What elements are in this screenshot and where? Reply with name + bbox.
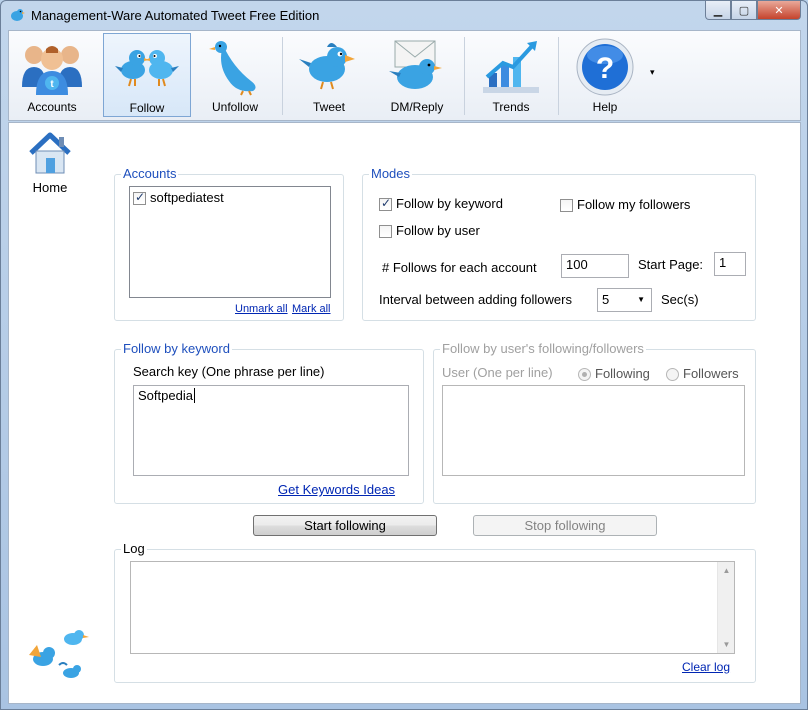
follow-my-followers-option[interactable]: Follow my followers [560,197,691,213]
toolbar-accounts-label: Accounts [27,100,77,114]
search-key-label: Search key (One phrase per line) [133,364,325,379]
clear-log-link[interactable]: Clear log [682,660,730,674]
toolbar-follow-button[interactable]: Follow [103,33,191,117]
follow-by-user-checkbox[interactable] [379,225,392,239]
follows-per-account-label: # Follows for each account [382,260,537,275]
toolbar-accounts-button[interactable]: t Accounts [13,33,91,117]
help-dropdown-arrow[interactable]: ▾ [650,67,655,78]
log-output[interactable]: ▲ ▼ [130,561,735,654]
tweet-icon [299,43,355,90]
close-icon: ✕ [774,4,784,17]
mark-all-link[interactable]: Mark all [292,303,331,315]
get-keywords-ideas-link[interactable]: Get Keywords Ideas [278,482,395,497]
follow-by-keyword-option[interactable]: Follow by keyword [379,196,503,212]
follow-by-user-label: Follow by user [396,223,480,238]
close-button[interactable]: ✕ [757,1,801,20]
main-toolbar: t Accounts Follow Unfollow Tweet DM/Repl… [8,30,801,121]
followers-option[interactable]: Followers [666,366,739,382]
accounts-icon: t [22,46,82,95]
follows-per-account-input[interactable]: 100 [561,254,629,278]
interval-label: Interval between adding followers [379,292,572,307]
toolbar-separator [464,37,465,115]
follow-by-user-option[interactable]: Follow by user [379,223,480,239]
title-bar: Management-Ware Automated Tweet Free Edi… [1,1,807,29]
follow-my-followers-checkbox[interactable] [560,199,573,213]
user-list-input[interactable] [442,385,745,476]
app-icon [11,9,25,21]
start-following-button[interactable]: Start following [253,515,437,536]
following-radio[interactable] [578,368,591,382]
home-icon [29,132,71,174]
toolbar-trends-label: Trends [492,100,530,114]
toolbar-tweet-button[interactable]: Tweet [291,33,367,117]
follow-by-keyword-checkbox[interactable] [379,196,392,212]
toolbar-follow-label: Follow [129,101,165,115]
chevron-down-icon: ▼ [637,295,645,304]
unmark-all-link[interactable]: Unmark all [235,303,288,315]
toolbar-trends-button[interactable]: Trends [473,33,549,117]
interval-value: 5 [602,292,610,307]
following-label: Following [595,366,650,381]
toolbar-dm-reply-label: DM/Reply [390,100,444,114]
maximize-button[interactable]: ▢ [731,1,757,20]
birds-logo-icon [29,630,89,678]
app-window: Management-Ware Automated Tweet Free Edi… [0,0,808,710]
toolbar-help-label: Help [592,100,618,114]
scroll-down-icon[interactable]: ▼ [718,636,735,653]
toolbar-dm-reply-button[interactable]: DM/Reply [379,33,455,117]
following-option[interactable]: Following [578,366,650,382]
svg-text:?: ? [596,52,614,85]
user-list-label: User (One per line) [442,365,553,380]
modes-group-title: Modes [369,166,413,181]
maximize-icon: ▢ [738,4,750,17]
toolbar-help-button[interactable]: ? Help [567,33,643,117]
text-cursor: ​ [193,388,195,403]
keyword-group-title: Follow by keyword [121,341,232,356]
accounts-group-title: Accounts [121,166,179,181]
start-page-label: Start Page: [638,257,704,272]
search-key-value: Softpedia [138,388,193,403]
main-content: Home Accounts softpediatest Unmark all M… [8,122,801,704]
toolbar-separator [282,37,283,115]
search-key-input[interactable]: Softpedia​ [133,385,409,476]
account-checkbox[interactable] [133,190,146,206]
toolbar-separator [558,37,559,115]
account-item[interactable]: softpediatest [133,190,224,206]
dm-reply-icon [389,40,442,89]
scroll-up-icon[interactable]: ▲ [718,562,735,579]
modes-group: Modes Follow by keyword Follow my follow… [362,166,756,321]
log-group: Log ▲ ▼ Clear log [114,541,756,683]
accounts-list[interactable]: softpediatest [129,186,331,298]
follow-my-followers-label: Follow my followers [577,197,691,212]
trends-icon [483,41,539,93]
interval-select[interactable]: 5 ▼ [597,288,652,312]
interval-unit: Sec(s) [661,292,699,307]
start-page-input[interactable]: 1 [714,252,746,276]
log-group-title: Log [121,541,147,556]
followers-label: Followers [683,366,739,381]
follow-by-keyword-label: Follow by keyword [396,196,503,211]
stop-following-button[interactable]: Stop following [473,515,657,536]
home-button[interactable]: Home [25,131,75,195]
unfollow-icon [209,41,256,96]
follow-icon [115,50,179,87]
accounts-group: Accounts softpediatest Unmark all Mark a… [114,166,344,321]
user-follow-group-title: Follow by user's following/followers [440,341,646,356]
account-name: softpediatest [150,190,224,205]
minimize-button[interactable]: ▁ [705,1,731,20]
home-label: Home [32,180,68,195]
toolbar-tweet-label: Tweet [312,100,345,114]
user-follow-group: Follow by user's following/followers Use… [433,341,756,504]
help-icon: ? [576,38,634,96]
keyword-group: Follow by keyword Search key (One phrase… [114,341,424,504]
window-title: Management-Ware Automated Tweet Free Edi… [31,8,320,23]
log-scrollbar[interactable]: ▲ ▼ [717,562,734,653]
followers-radio[interactable] [666,368,679,382]
toolbar-unfollow-button[interactable]: Unfollow [195,33,275,117]
toolbar-unfollow-label: Unfollow [211,100,259,114]
minimize-icon: ▁ [713,4,723,17]
